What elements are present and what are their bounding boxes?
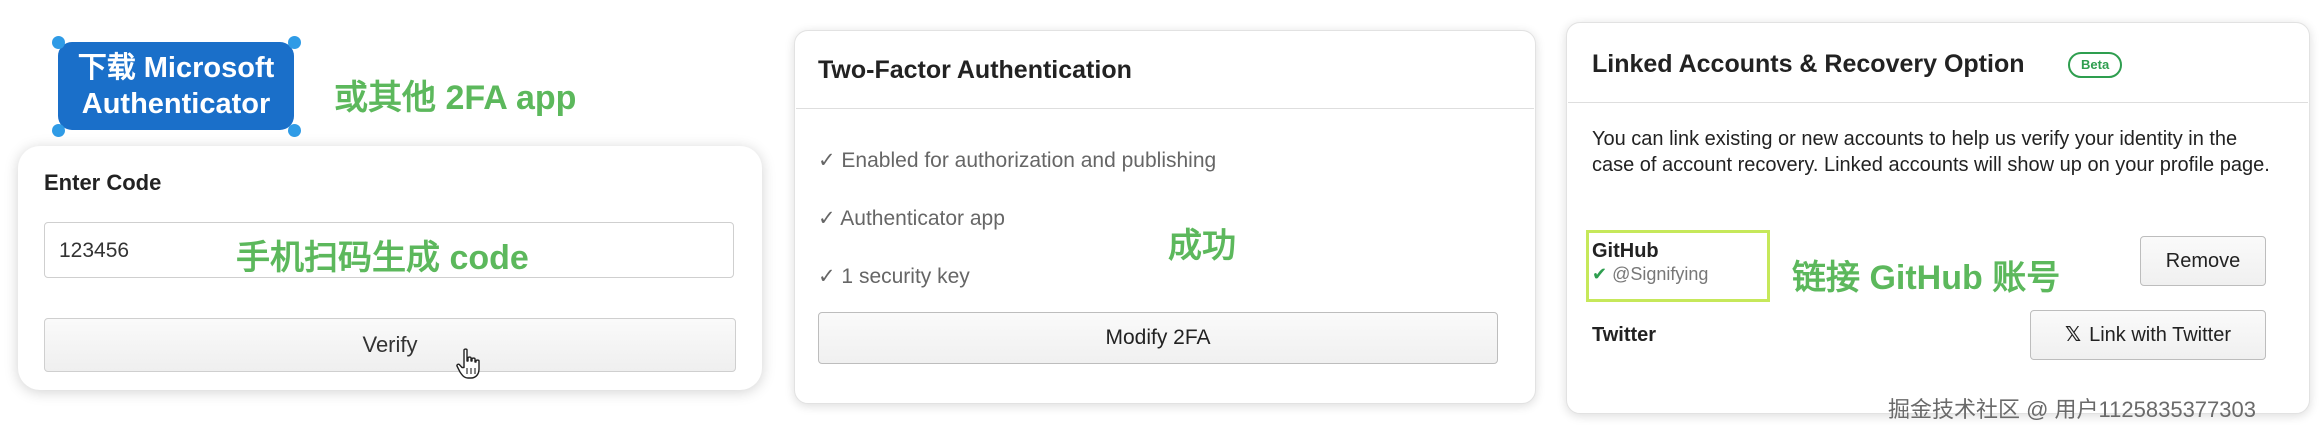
link-twitter-button[interactable]: 𝕏 Link with Twitter [2030, 310, 2266, 360]
status-security-key: ✓ 1 security key [818, 265, 970, 288]
annotation-scan-code: 手机扫码生成 code [236, 239, 529, 277]
selection-handle-icon [52, 124, 65, 137]
linked-accounts-title: Linked Accounts & Recovery Option [1592, 50, 2025, 78]
check-icon: ✔ [1592, 264, 1608, 284]
status-enabled: ✓ Enabled for authorization and publishi… [818, 149, 1217, 172]
annotation-success: 成功 [1168, 227, 1236, 265]
microsoft-authenticator-badge: 下载 Microsoft Authenticator [58, 42, 294, 130]
selection-handle-icon [52, 36, 65, 49]
beta-badge: Beta [2068, 52, 2123, 78]
hand-cursor-icon [456, 348, 480, 379]
annotation-other-2fa-app: 或其他 2FA app [334, 79, 577, 117]
link-twitter-label: Link with Twitter [2089, 324, 2232, 346]
x-logo-icon: 𝕏 [2064, 324, 2082, 346]
linked-accounts-description: You can link existing or new accounts to… [1592, 128, 2270, 176]
modify-2fa-button[interactable]: Modify 2FA [818, 312, 1498, 364]
badge-line-2: Authenticator [81, 88, 271, 120]
twitter-label: Twitter [1592, 324, 1657, 346]
remove-github-button[interactable]: Remove [2140, 236, 2266, 286]
badge-line-1: 下载 Microsoft [77, 52, 275, 84]
two-factor-title: Two-Factor Authentication [818, 56, 1132, 84]
github-label: GitHub [1592, 240, 1659, 262]
annotation-link-github: 链接 GitHub 账号 [1792, 259, 2061, 297]
divider [796, 108, 1534, 109]
github-handle[interactable]: @Signifying [1612, 264, 1708, 284]
status-authenticator-app: ✓ Authenticator app [818, 207, 1005, 230]
github-account: ✔ @Signifying [1592, 264, 1708, 285]
enter-code-title: Enter Code [44, 170, 162, 195]
selection-handle-icon [288, 124, 301, 137]
divider [1568, 102, 2308, 103]
verify-button[interactable]: Verify [44, 318, 736, 372]
watermark: 掘金技术社区 @ 用户1125835377303 [1888, 397, 2256, 422]
selection-handle-icon [288, 36, 301, 49]
